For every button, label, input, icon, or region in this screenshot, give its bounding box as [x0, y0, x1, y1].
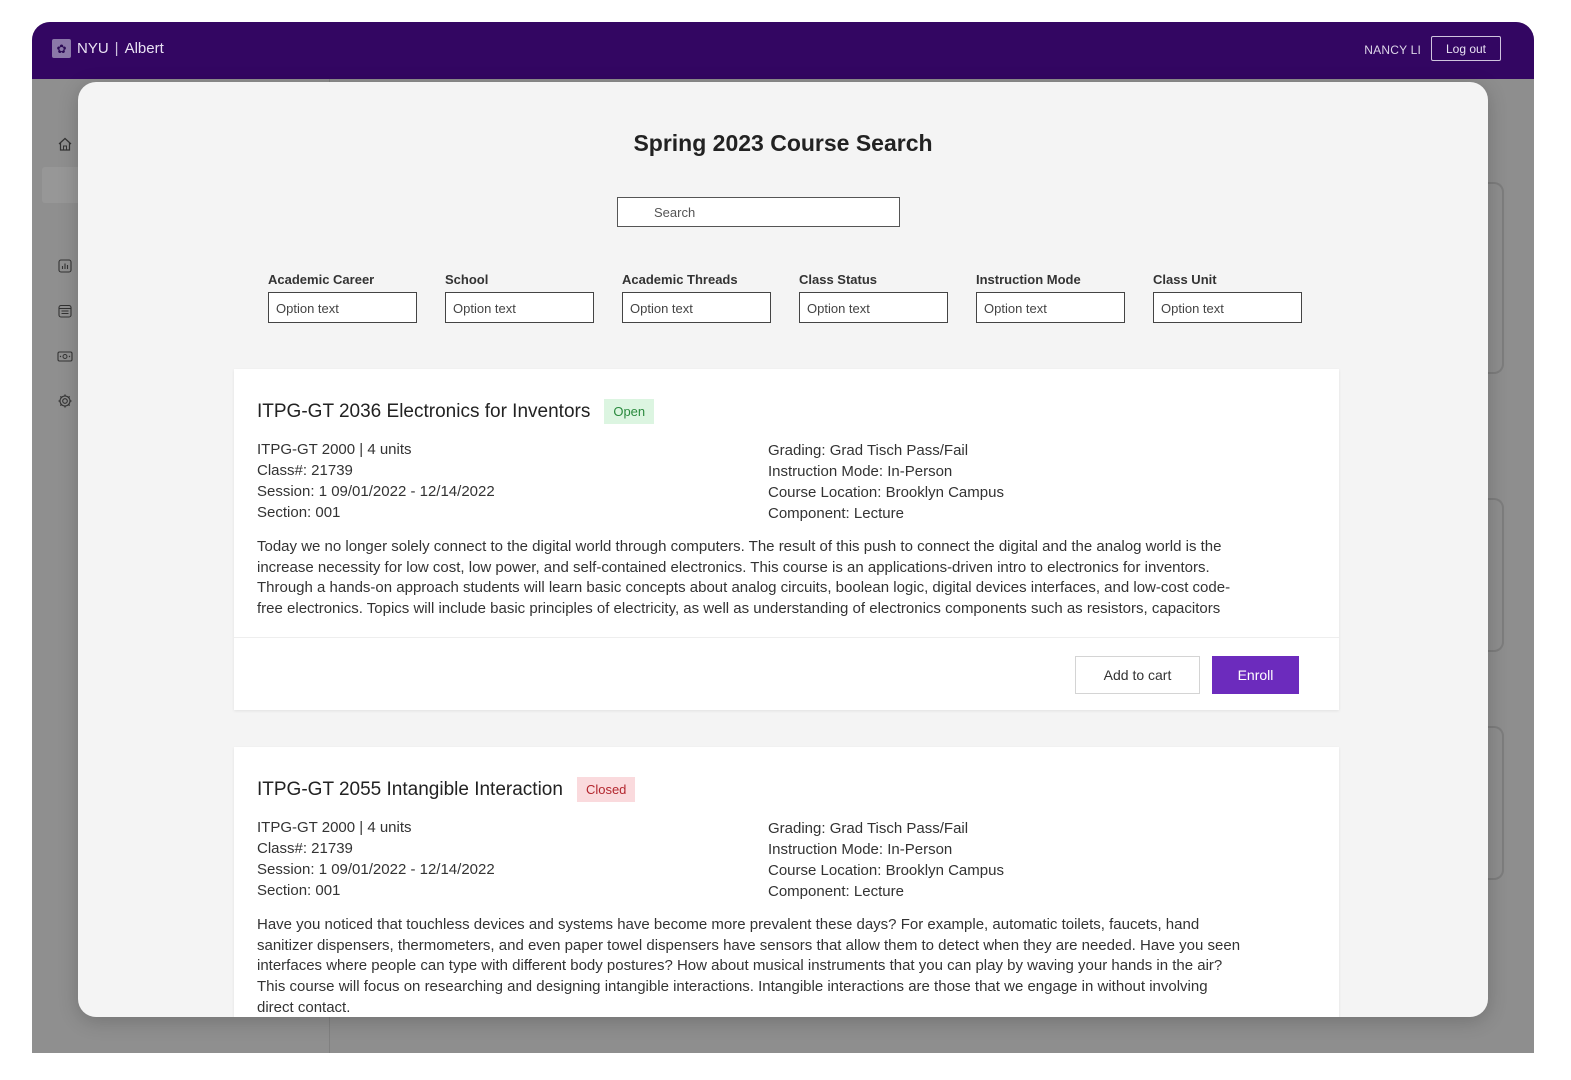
course-units: ITPG-GT 2000 | 4 units [257, 819, 412, 836]
course-location: Course Location: Brooklyn Campus [768, 484, 1004, 501]
search-input[interactable] [617, 197, 900, 227]
session: Session: 1 09/01/2022 - 12/14/2022 [257, 861, 495, 878]
school-select[interactable]: Option text [445, 292, 594, 323]
status-badge: Closed [576, 777, 636, 802]
brand-nyu: NYU [77, 40, 109, 57]
course-search-modal: Spring 2023 Course Search Academic Caree… [78, 82, 1488, 1017]
gear-icon[interactable] [56, 392, 74, 410]
filter-instruction-mode: Instruction Mode Option text [976, 272, 1125, 323]
filter-academic-career: Academic Career Option text [268, 272, 417, 323]
enroll-button[interactable]: Enroll [1212, 656, 1299, 694]
instruction-mode: Instruction Mode: In-Person [768, 841, 953, 858]
money-icon[interactable] [56, 347, 74, 365]
filter-academic-threads: Academic Threads Option text [622, 272, 771, 323]
component: Component: Lecture [768, 883, 904, 900]
nyu-torch-logo: ✿ [52, 39, 71, 58]
user-name: NANCY LI [1364, 43, 1421, 57]
filter-bar: Academic Career Option text School Optio… [268, 272, 1302, 323]
brand-separator: | [114, 40, 119, 57]
course-description: Have you noticed that touchless devices … [257, 916, 1241, 1016]
course-card: ITPG-GT 2036 Electronics for Inventors O… [234, 369, 1339, 710]
course-title[interactable]: ITPG-GT 2036 Electronics for Inventors [257, 401, 590, 423]
academic-career-select[interactable]: Option text [268, 292, 417, 323]
section: Section: 001 [257, 882, 341, 899]
page-title: Spring 2023 Course Search [633, 130, 933, 156]
filter-label: Class Unit [1153, 272, 1217, 287]
logout-button[interactable]: Log out [1431, 36, 1501, 61]
section: Section: 001 [257, 504, 341, 521]
filter-class-status: Class Status Option text [799, 272, 948, 323]
home-icon[interactable] [56, 135, 74, 153]
filter-school: School Option text [445, 272, 594, 323]
chart-icon[interactable] [56, 257, 74, 275]
add-to-cart-button[interactable]: Add to cart [1075, 656, 1200, 694]
course-description: Today we no longer solely connect to the… [257, 538, 1231, 618]
brand[interactable]: ✿ NYU | Albert [52, 39, 164, 58]
course-card-header: ITPG-GT 2055 Intangible Interaction Clos… [257, 777, 636, 802]
filter-label: School [445, 272, 489, 287]
course-card: ITPG-GT 2055 Intangible Interaction Clos… [234, 747, 1339, 1017]
grading: Grading: Grad Tisch Pass/Fail [768, 820, 969, 837]
class-number: Class#: 21739 [257, 462, 353, 479]
class-status-select[interactable]: Option text [799, 292, 948, 323]
calendar-icon[interactable] [56, 302, 74, 320]
instruction-mode: Instruction Mode: In-Person [768, 463, 953, 480]
instruction-mode-select[interactable]: Option text [976, 292, 1125, 323]
class-number: Class#: 21739 [257, 840, 353, 857]
filter-label: Instruction Mode [976, 272, 1081, 287]
course-meta-left: ITPG-GT 2000 | 4 units Class#: 21739 Ses… [257, 817, 495, 901]
filter-label: Academic Career [268, 272, 375, 287]
course-meta-right: Grading: Grad Tisch Pass/Fail Instructio… [768, 440, 1004, 524]
filter-label: Academic Threads [622, 272, 738, 287]
session: Session: 1 09/01/2022 - 12/14/2022 [257, 483, 495, 500]
academic-threads-select[interactable]: Option text [622, 292, 771, 323]
grading: Grading: Grad Tisch Pass/Fail [768, 442, 969, 459]
course-units: ITPG-GT 2000 | 4 units [257, 441, 412, 458]
course-meta-right: Grading: Grad Tisch Pass/Fail Instructio… [768, 818, 1004, 902]
course-title[interactable]: ITPG-GT 2055 Intangible Interaction [257, 779, 563, 801]
course-card-actions: Add to cart Enroll [234, 637, 1339, 710]
brand-app: Albert [124, 40, 164, 57]
course-location: Course Location: Brooklyn Campus [768, 862, 1004, 879]
class-unit-select[interactable]: Option text [1153, 292, 1302, 323]
status-badge: Open [604, 399, 655, 424]
filter-class-unit: Class Unit Option text [1153, 272, 1302, 323]
top-bar: ✿ NYU | Albert NANCY LI Log out [32, 22, 1534, 79]
course-card-header: ITPG-GT 2036 Electronics for Inventors O… [257, 399, 655, 424]
course-meta-left: ITPG-GT 2000 | 4 units Class#: 21739 Ses… [257, 439, 495, 523]
component: Component: Lecture [768, 505, 904, 522]
filter-label: Class Status [799, 272, 878, 287]
